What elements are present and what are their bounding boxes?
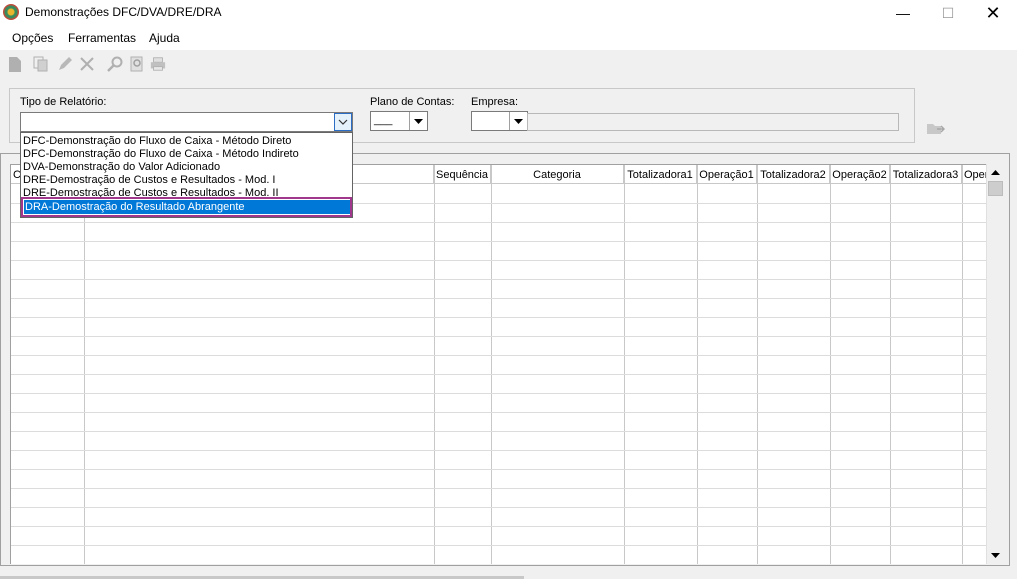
column-divider bbox=[491, 165, 492, 564]
report-type-select[interactable] bbox=[20, 112, 353, 132]
print-icon[interactable] bbox=[150, 56, 166, 72]
chart-of-accounts-select[interactable]: ___ bbox=[370, 111, 428, 131]
dropdown-option[interactable]: DFC-Demonstração do Fluxo de Caixa - Mét… bbox=[23, 135, 291, 148]
table-row-divider bbox=[11, 355, 986, 356]
dropdown-option[interactable]: DFC-Demonstração do Fluxo de Caixa - Mét… bbox=[23, 148, 299, 161]
table-row-divider bbox=[11, 374, 986, 375]
chart-of-accounts-label: Plano de Contas: bbox=[370, 96, 455, 108]
table-row-divider bbox=[11, 545, 986, 546]
table-row-divider bbox=[11, 469, 986, 470]
dropdown-option[interactable]: DVA-Demonstração do Valor Adicionado bbox=[23, 161, 220, 174]
column-header[interactable]: Operação1 bbox=[697, 165, 757, 184]
column-divider bbox=[624, 165, 625, 564]
table-row-divider bbox=[11, 412, 986, 413]
menu-bar: Opções Ferramentas Ajuda bbox=[0, 26, 1017, 50]
column-divider bbox=[697, 165, 698, 564]
column-divider bbox=[84, 165, 85, 564]
column-header[interactable]: Categoria bbox=[491, 165, 624, 184]
table-row-divider bbox=[11, 317, 986, 318]
app-window: Demonstrações DFC/DVA/DRE/DRA — ☐ ✕ Opçõ… bbox=[0, 0, 1017, 579]
column-divider bbox=[757, 165, 758, 564]
column-divider bbox=[890, 165, 891, 564]
window-title: Demonstrações DFC/DVA/DRE/DRA bbox=[25, 5, 222, 19]
copy-icon[interactable] bbox=[33, 56, 49, 72]
column-header[interactable]: Sequência bbox=[434, 165, 491, 184]
title-bar: Demonstrações DFC/DVA/DRE/DRA — ☐ ✕ bbox=[0, 0, 1017, 26]
column-header[interactable]: Totalizadora1 bbox=[624, 165, 697, 184]
company-name-field bbox=[527, 113, 899, 131]
table-row-divider bbox=[11, 222, 986, 223]
data-grid[interactable]: C Sequência Categoria Totalizadora1 Oper… bbox=[10, 164, 986, 564]
table-row-divider bbox=[11, 241, 986, 242]
dropdown-option-selected-label: DRA-Demostração do Resultado Abrangente bbox=[24, 200, 350, 214]
table-row-divider bbox=[11, 260, 986, 261]
close-button[interactable]: ✕ bbox=[970, 0, 1016, 26]
table-row-divider bbox=[11, 526, 986, 527]
column-header[interactable]: Oper bbox=[962, 165, 986, 184]
edit-icon[interactable] bbox=[57, 56, 73, 72]
minimize-button[interactable]: — bbox=[880, 0, 926, 26]
scroll-up-icon[interactable] bbox=[987, 164, 1004, 181]
column-header[interactable]: Totalizadora2 bbox=[757, 165, 830, 184]
scroll-down-icon[interactable] bbox=[987, 547, 1004, 564]
chevron-down-icon[interactable] bbox=[509, 112, 527, 130]
table-row-divider bbox=[11, 279, 986, 280]
dropdown-option-selected[interactable]: DRA-Demostração do Resultado Abrangente bbox=[21, 197, 352, 217]
menu-ajuda[interactable]: Ajuda bbox=[149, 31, 180, 45]
table-row-divider bbox=[11, 450, 986, 451]
report-type-label: Tipo de Relatório: bbox=[20, 96, 107, 108]
toolbar bbox=[0, 50, 1017, 78]
table-row-divider bbox=[11, 507, 986, 508]
menu-ferramentas[interactable]: Ferramentas bbox=[68, 31, 136, 45]
report-type-dropdown-list: DFC-Demonstração do Fluxo de Caixa - Mét… bbox=[20, 132, 353, 218]
table-row-divider bbox=[11, 298, 986, 299]
preview-icon[interactable] bbox=[129, 56, 145, 72]
table-row-divider bbox=[11, 336, 986, 337]
table-row-divider bbox=[11, 393, 986, 394]
maximize-button[interactable]: ☐ bbox=[925, 0, 971, 26]
column-divider bbox=[962, 165, 963, 564]
new-document-icon[interactable] bbox=[7, 56, 23, 72]
table-row-divider bbox=[11, 488, 986, 489]
app-icon bbox=[3, 4, 19, 20]
menu-opcoes[interactable]: Opções bbox=[12, 31, 53, 45]
scroll-thumb[interactable] bbox=[988, 181, 1003, 196]
chevron-down-icon[interactable] bbox=[334, 113, 352, 131]
search-icon[interactable] bbox=[107, 56, 123, 72]
delete-icon[interactable] bbox=[79, 56, 95, 72]
column-header[interactable]: Totalizadora3 bbox=[890, 165, 962, 184]
dropdown-option[interactable]: DRE-Demostração de Custos e Resultados -… bbox=[23, 174, 276, 187]
chevron-down-icon[interactable] bbox=[409, 112, 427, 130]
chart-of-accounts-value: ___ bbox=[374, 114, 393, 126]
company-label: Empresa: bbox=[471, 96, 519, 108]
column-header[interactable]: Operação2 bbox=[830, 165, 890, 184]
company-select[interactable] bbox=[471, 111, 528, 131]
vertical-scrollbar[interactable] bbox=[986, 164, 1003, 564]
table-row-divider bbox=[11, 431, 986, 432]
column-divider bbox=[434, 165, 435, 564]
folder-arrow-icon[interactable] bbox=[927, 122, 946, 139]
column-divider bbox=[830, 165, 831, 564]
